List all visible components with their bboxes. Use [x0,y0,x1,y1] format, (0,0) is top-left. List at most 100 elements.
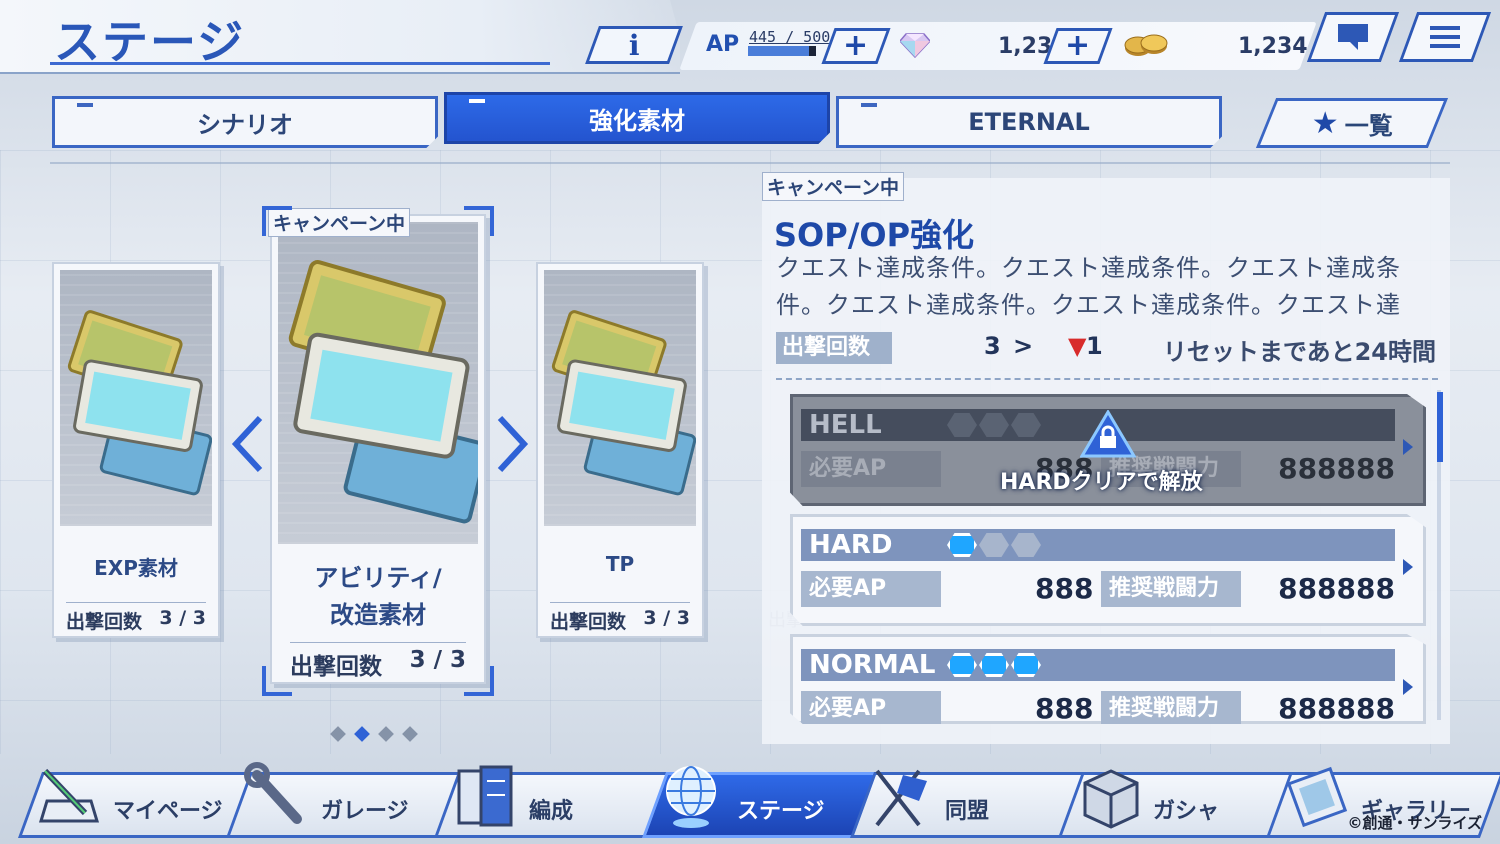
card-thumbnail [60,270,212,526]
card-sortie-count: 出撃回数 3 / 3 [550,602,690,634]
sortie-arrow: > [1013,332,1034,360]
mypage-icon [38,768,100,823]
sortie-label: 出撃回数 [776,332,892,364]
tab-notch [77,103,93,107]
nav-formation[interactable]: 編成 [433,765,673,838]
campaign-tag: キャンペーン中 [762,172,905,201]
tab-notch [469,99,485,103]
nav-gacha[interactable]: ガシャ [1057,769,1297,838]
difficulty-stars [947,413,1041,437]
sortie-value: 3 / 3 [643,607,690,629]
gallery-card-icon [1286,766,1348,828]
title-underline [50,62,550,65]
sortie-label: 出撃回数 [550,611,627,633]
ap-progress-fill [748,46,809,56]
carousel-next-arrow[interactable] [494,414,530,474]
selection-corner [262,666,292,696]
sortie-current: 3 [984,332,1001,360]
power-value: 888888 [1278,452,1395,485]
star-hex-icon [1011,533,1041,557]
card-thumbnail [278,222,478,544]
difficulty-name: HELL [809,410,882,440]
reset-timer: リセットまであと24時間 [1162,338,1436,366]
pagination-dot[interactable] [402,726,418,742]
star-hex-icon [979,413,1009,437]
bottom-navigation: マイページ ガレージ 編成 ステージ 同盟 ガシャ ギャラリー [0,762,1500,844]
card-title-line2: 改造素材 [330,601,426,629]
wrench-icon [244,762,302,824]
pagination-dot[interactable] [330,726,346,742]
carousel-pagination [330,726,418,742]
data-card-illustration [551,310,696,496]
star-hex-icon [947,533,977,557]
scrollbar-thumb[interactable] [1437,392,1443,462]
card-title: TP [605,552,635,576]
pagination-dot[interactable] [378,726,394,742]
card-title-line1: アビリティ/ [314,564,442,592]
card-title: EXP素材 [94,556,178,580]
tab-scenario[interactable]: シナリオ [52,96,438,148]
power-value: 888888 [1278,572,1395,605]
sortie-label: 出撃回数 [290,654,382,680]
ap-value: 445 / 500 [749,28,831,46]
data-card-illustration [288,260,478,524]
sortie-label: 出撃回数 [66,611,143,633]
menu-button[interactable] [1398,12,1492,62]
formation-icon [457,765,513,827]
info-button[interactable]: i [585,26,683,64]
stage-card-tp[interactable]: TP 出撃回数 3 / 3 [536,262,704,638]
tab-label: 強化素材 [589,106,685,135]
gem-icon [900,33,930,58]
nav-garage[interactable]: ガレージ [225,762,465,838]
stage-card-ability[interactable]: アビリティ/ 改造素材 出撃回数 3 / 3 [270,214,486,684]
ap-value: 888 [1035,572,1094,605]
difficulty-stars [947,533,1041,557]
power-label: 推奨戦闘力 [1101,571,1241,607]
difficulty-stats: 必要AP 888 推奨戦闘力 888888 [801,691,1395,725]
ap-label: 必要AP [801,451,941,487]
coin-count: 1,234 [1238,34,1308,59]
power-label: 推奨戦闘力 [1101,691,1241,724]
difficulty-hard[interactable]: HARD 必要AP 888 推奨戦闘力 888888 [790,514,1426,626]
ap-progress-bar [748,46,816,56]
carousel-prev-arrow[interactable] [230,414,266,474]
tab-notch [861,103,877,107]
gacha-box-icon [1083,769,1139,829]
star-hex-icon [1011,413,1041,437]
pagination-dot[interactable] [354,726,370,742]
data-card-illustration [67,310,212,496]
ap-label: 必要AP [801,571,941,607]
difficulty-stars [947,653,1041,677]
card-sortie-count: 出撃回数 3 / 3 [66,602,206,634]
tab-enhance-material[interactable]: 強化素材 [444,92,830,144]
difficulty-normal[interactable]: NORMAL 必要AP 888 推奨戦闘力 888888 [790,634,1426,724]
tab-label: シナリオ [197,110,293,139]
globe-icon [666,766,716,828]
difficulty-name: NORMAL [809,650,936,680]
stage-card-exp[interactable]: EXP素材 出撃回数 3 / 3 [52,262,220,638]
ap-value: 888 [1035,692,1094,725]
info-icon: i [628,28,640,62]
star-icon: ★ [1311,105,1339,141]
nav-stage[interactable]: ステージ [641,766,881,838]
dashed-divider [776,378,1438,380]
card-thumbnail [544,270,696,526]
nav-mypage[interactable]: マイページ [17,768,257,838]
alliance-flag-icon [875,769,927,827]
list-button-label: 一覧 [1344,111,1393,140]
sortie-value: 3 / 3 [159,607,206,629]
plus-icon: + [843,28,869,63]
selection-corner [464,206,494,236]
chat-button[interactable] [1306,12,1400,62]
coin-icon [1124,34,1168,56]
star-hex-icon [1011,653,1041,677]
ap-label: 必要AP [801,691,941,724]
tab-divider [50,162,1450,164]
favorites-list-button[interactable]: ★ 一覧 [1255,98,1449,148]
power-value: 888888 [1278,692,1395,725]
tab-eternal[interactable]: ETERNAL [836,96,1222,148]
card-title: アビリティ/ 改造素材 [272,560,484,634]
star-hex-icon [979,533,1009,557]
nav-alliance[interactable]: 同盟 [849,769,1089,838]
chevron-right-icon [1403,439,1413,455]
